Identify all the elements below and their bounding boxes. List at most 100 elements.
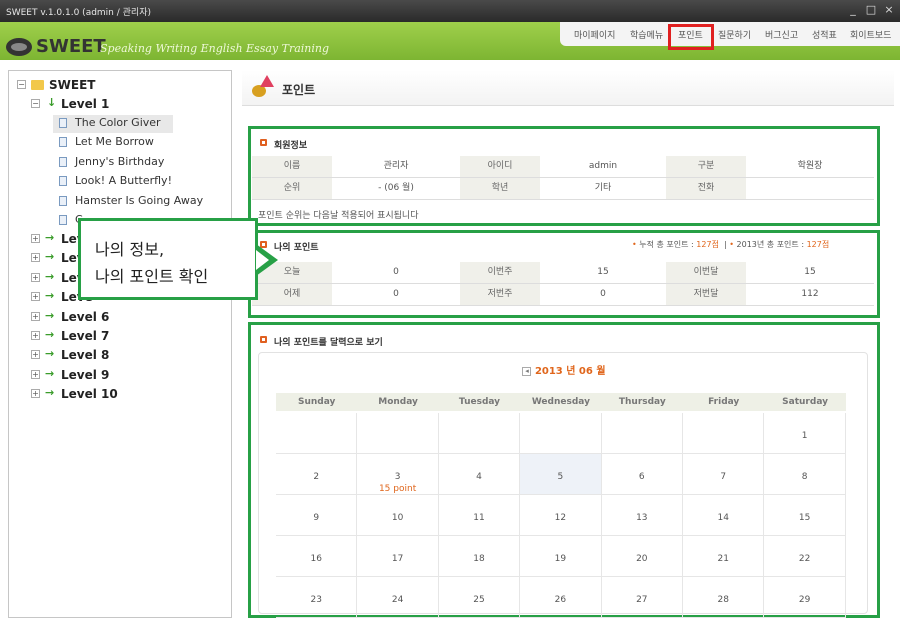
calendar-day[interactable]: 21 <box>683 536 765 577</box>
calendar-day[interactable]: 24 <box>357 577 439 618</box>
menu-report-card[interactable]: 성적표 <box>812 28 837 41</box>
day-number: 25 <box>473 595 485 605</box>
field-value: 0 <box>540 284 666 306</box>
document-icon <box>59 176 67 187</box>
calendar-day[interactable]: 27 <box>601 577 683 618</box>
day-number: 4 <box>476 472 482 482</box>
menu-question[interactable]: 질문하기 <box>718 28 751 41</box>
tree-level-item[interactable]: + → Level 8 <box>9 347 229 365</box>
calendar-day[interactable]: 12 <box>520 495 602 536</box>
brand-name: SWEET <box>36 36 106 57</box>
tree-book-item[interactable]: Jenny's Birthday <box>53 154 173 172</box>
minimize-button[interactable]: _ <box>846 3 860 16</box>
tree-level-label: Level 6 <box>61 309 110 324</box>
arrow-right-icon: → <box>45 347 55 361</box>
calendar-day[interactable]: 13 <box>601 495 683 536</box>
folder-icon <box>31 80 44 90</box>
day-number: 17 <box>391 554 404 564</box>
tree-level-1[interactable]: − ↓ Level 1 <box>9 96 229 114</box>
calendar-day[interactable]: 6 <box>601 454 683 495</box>
tree-book-label: The Color Giver <box>75 116 161 129</box>
day-number: 22 <box>798 554 811 564</box>
expand-icon[interactable]: + <box>31 272 40 282</box>
day-number: 18 <box>473 554 485 564</box>
expand-icon[interactable]: + <box>31 292 40 302</box>
tree-book-item[interactable]: The Color Giver <box>53 115 173 133</box>
calendar-day[interactable]: 10 <box>357 495 439 536</box>
section-bullet-icon <box>260 139 267 146</box>
calendar-day[interactable]: 1 <box>764 413 846 454</box>
calendar-day[interactable]: 7 <box>683 454 765 495</box>
tree-book-item[interactable]: Hamster Is Going Away <box>53 193 203 211</box>
calendar-day[interactable]: 8 <box>764 454 846 495</box>
tree-book-label: Look! A Butterfly! <box>75 174 172 188</box>
calendar-day[interactable]: 25 <box>438 577 521 618</box>
calendar-day[interactable]: 26 <box>520 577 602 618</box>
calendar-day[interactable]: 5 <box>520 454 602 495</box>
day-number: 26 <box>554 595 567 605</box>
callout-arrow-inner <box>256 250 269 270</box>
menu-whiteboard[interactable]: 회이트보드 <box>850 28 891 41</box>
menu-mypage[interactable]: 마이페이지 <box>574 28 615 41</box>
tree-level-label: Level 8 <box>61 348 110 363</box>
tree-level-item[interactable]: + → Level 9 <box>9 367 229 385</box>
calendar-day[interactable]: 18 <box>438 536 521 577</box>
calendar-day <box>438 413 521 454</box>
calendar-day[interactable]: 17 <box>357 536 439 577</box>
expand-icon[interactable]: + <box>31 350 40 360</box>
menu-study[interactable]: 학습메뉴 <box>630 28 663 41</box>
calendar-day[interactable]: 16 <box>276 536 358 577</box>
expand-icon[interactable]: + <box>31 253 40 263</box>
field-label: 어제 <box>252 284 332 306</box>
close-button[interactable]: × <box>882 3 896 16</box>
calendar-day[interactable]: 20 <box>601 536 683 577</box>
calendar-day <box>520 413 602 454</box>
arrow-right-icon: → <box>45 328 55 341</box>
menu-bug-report[interactable]: 버그신고 <box>765 28 798 41</box>
field-value: 0 <box>332 262 460 284</box>
collapse-icon[interactable]: − <box>31 99 40 108</box>
weekday-header: Sunday <box>276 393 358 411</box>
prev-month-button[interactable]: ◂ <box>522 367 532 376</box>
tree-root[interactable]: − SWEET <box>9 77 229 95</box>
arrow-down-icon: ↓ <box>47 96 57 109</box>
expand-icon[interactable]: + <box>31 234 40 243</box>
expand-icon[interactable]: + <box>31 311 40 321</box>
day-number: 8 <box>801 472 808 482</box>
tree-book-item[interactable]: Let Me Borrow <box>53 134 173 152</box>
calendar-day[interactable]: 19 <box>520 536 602 577</box>
calendar-day[interactable]: 15 <box>764 495 846 536</box>
speech-bubble-logo-icon <box>6 38 32 56</box>
tree-level-item[interactable]: + → Level 10 <box>9 386 229 404</box>
tree-book-item[interactable]: Look! A Butterfly! <box>53 173 173 191</box>
expand-icon[interactable]: + <box>31 389 40 399</box>
restore-button[interactable]: □ <box>864 3 878 16</box>
calendar-day[interactable]: 23 <box>276 577 358 618</box>
calendar-day[interactable]: 4 <box>438 454 521 495</box>
collapse-icon[interactable]: − <box>17 80 26 89</box>
rank-note: 포인트 순위는 다음날 적용되어 표시됩니다 <box>258 211 419 221</box>
arrow-right-icon: → <box>45 308 55 322</box>
calendar-day[interactable]: 28 <box>683 577 765 618</box>
calendar-month-label: 2013 년 06 월 <box>534 366 606 377</box>
weekday-header: Monday <box>357 393 439 411</box>
calendar-month: ◂ 2013 년 06 월 <box>248 362 880 377</box>
calendar-day[interactable]: 9 <box>276 495 358 536</box>
tree-level-item[interactable]: + → Level 7 <box>9 328 229 346</box>
tree-level-item[interactable]: + → Level 6 <box>9 309 229 327</box>
calendar-day[interactable]: 29 <box>764 577 846 618</box>
calendar-day[interactable]: 22 <box>764 536 846 577</box>
expand-icon[interactable]: + <box>31 369 40 379</box>
day-number: 24 <box>391 595 404 605</box>
expand-icon[interactable]: + <box>31 331 40 340</box>
section-bullet-icon <box>260 336 267 343</box>
calendar-day[interactable]: 11 <box>438 495 521 536</box>
calendar-day[interactable]: 14 <box>683 495 765 536</box>
weekday-header: Friday <box>683 393 765 411</box>
day-points: 15 point <box>378 484 417 494</box>
calendar-day[interactable]: 2 <box>276 454 358 495</box>
total-points-value: 127점 <box>696 240 719 249</box>
calendar-day[interactable]: 3 15 point <box>357 454 439 495</box>
field-value: 15 <box>540 262 666 284</box>
top-menu: 마이페이지 학습메뉴 포인트 질문하기 버그신고 성적표 회이트보드 <box>560 22 900 46</box>
